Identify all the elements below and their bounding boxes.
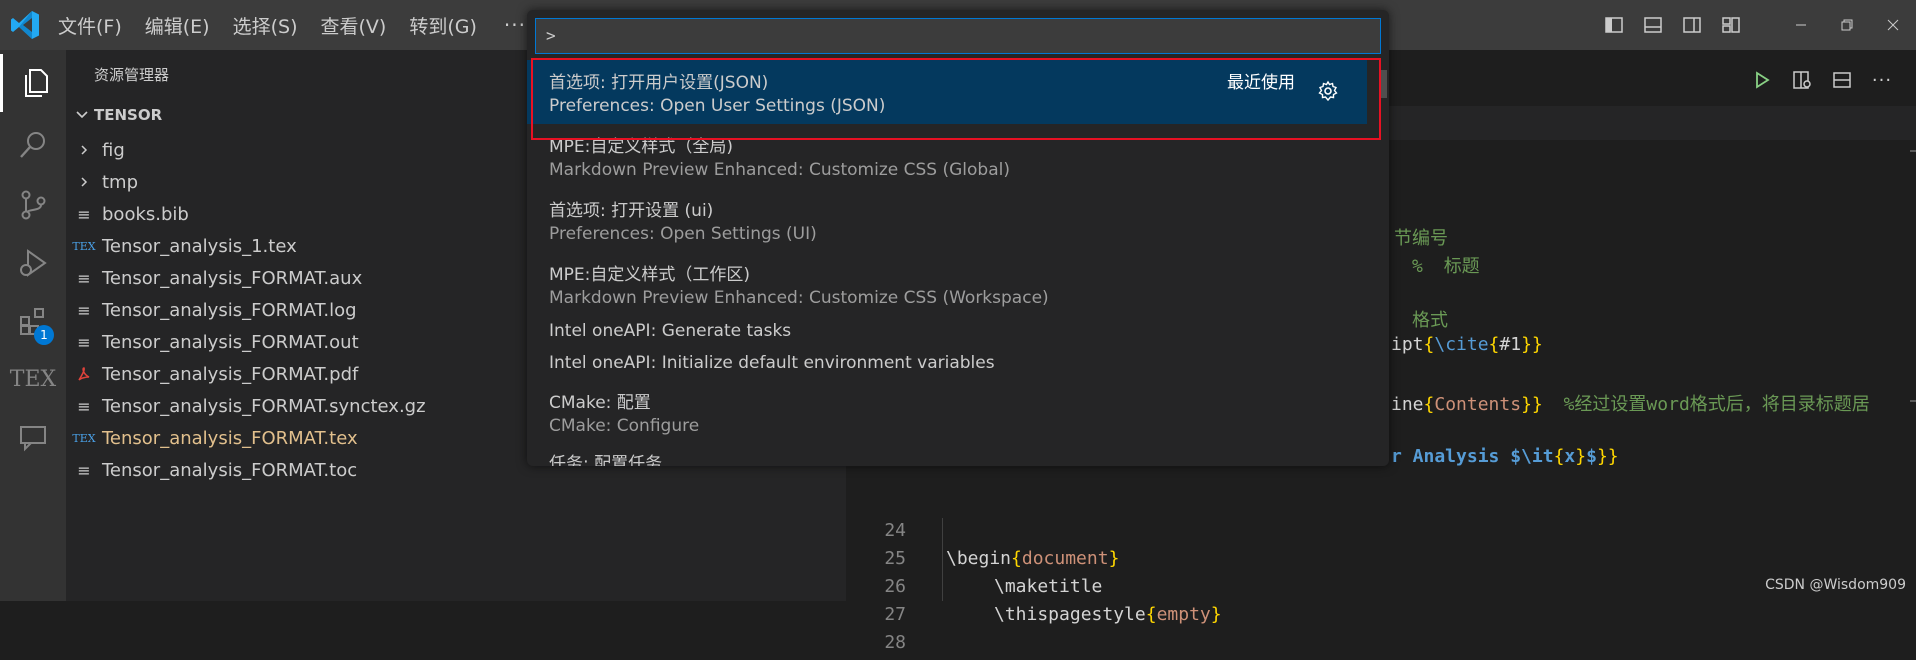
search-icon[interactable] [0, 116, 66, 174]
editor-actions: ··· [1742, 64, 1902, 96]
minimap-marker [1910, 400, 1916, 402]
menu-view[interactable]: 查看(V) [321, 12, 387, 39]
tex-file-icon: TEX [72, 239, 96, 253]
chevron-right-icon [74, 144, 94, 156]
toggle-primary-sidebar-icon[interactable] [1597, 8, 1631, 42]
command-item-mpe-css-workspace[interactable]: MPE:自定义样式（工作区) Markdown Preview Enhanced… [527, 252, 1367, 316]
tex-file-icon: TEX [72, 431, 96, 445]
toggle-panel-icon[interactable] [1636, 8, 1670, 42]
command-item-oneapi-generate-tasks[interactable]: Intel oneAPI: Generate tasks [527, 316, 1367, 348]
indent-guide [942, 518, 943, 601]
minimize-icon[interactable] [1778, 0, 1824, 50]
preview-icon[interactable] [1782, 64, 1822, 96]
command-item-oneapi-init-env[interactable]: Intel oneAPI: Initialize default environ… [527, 348, 1367, 380]
chevron-down-icon [76, 111, 88, 119]
tree-item-fig[interactable]: fig [66, 134, 426, 166]
extensions-icon[interactable]: 1 [0, 292, 66, 350]
text-file-icon: ≡ [77, 268, 91, 288]
code-fragment: r Analysis $\it{x}$}} [1391, 446, 1619, 467]
title-bar-actions [1597, 0, 1916, 50]
text-file-icon: ≡ [77, 396, 91, 416]
tree-item-format-pdf[interactable]: Tensor_analysis_FORMAT.pdf [66, 358, 426, 390]
more-menu-button[interactable]: ··· [504, 13, 526, 37]
chevron-right-icon [74, 176, 94, 188]
tex-icon[interactable]: TEX [0, 350, 66, 408]
split-editor-icon[interactable] [1822, 64, 1862, 96]
menu-selection[interactable]: 选择(S) [233, 12, 298, 39]
watermark: CSDN @Wisdom909 [1765, 577, 1906, 593]
tree-item-format-synctex[interactable]: ≡ Tensor_analysis_FORMAT.synctex.gz [66, 390, 425, 422]
workspace-section-header[interactable]: TENSOR [74, 106, 162, 124]
menu-bar: 文件(F) 编辑(E) 选择(S) 查看(V) 转到(G) ··· [58, 0, 526, 50]
command-palette-input[interactable]: > [535, 18, 1381, 54]
tree-item-books-bib[interactable]: ≡ books.bib [66, 198, 426, 230]
code-fragment: 格式 [1412, 310, 1448, 331]
code-fragment: % 标题 [1412, 256, 1480, 277]
highlight-box [531, 58, 1381, 140]
tree-item-format-log[interactable]: ≡ Tensor_analysis_FORMAT.log [66, 294, 426, 326]
tree-item-format-toc[interactable]: ≡ Tensor_analysis_FORMAT.toc [66, 454, 426, 486]
code-fragment: ine{Contents}} %经过设置word格式后，将目录标题居 [1391, 394, 1870, 415]
command-item-cmake-configure[interactable]: CMake: 配置 CMake: Configure [527, 380, 1367, 444]
menu-edit[interactable]: 编辑(E) [145, 12, 210, 39]
tree-item-format-aux[interactable]: ≡ Tensor_analysis_FORMAT.aux [66, 262, 426, 294]
explorer-icon[interactable] [0, 54, 66, 112]
activity-bar: 1 TEX [0, 50, 66, 601]
file-tree: fig tmp ≡ books.bib TEX Tensor_analysis_… [66, 134, 426, 486]
code-fragment: ipt{\cite{#1}} [1391, 334, 1543, 355]
pdf-file-icon [74, 366, 94, 382]
menu-file[interactable]: 文件(F) [58, 12, 122, 39]
command-item-configure-task[interactable]: 任务: 配置任务 [527, 444, 1367, 466]
text-file-icon: ≡ [77, 332, 91, 352]
remote-explorer-icon[interactable] [0, 408, 66, 466]
sidebar-title: 资源管理器 [94, 66, 170, 84]
tree-item-format-out[interactable]: ≡ Tensor_analysis_FORMAT.out [66, 326, 426, 358]
customize-layout-icon[interactable] [1714, 8, 1748, 42]
run-debug-icon[interactable] [0, 234, 66, 292]
toggle-secondary-sidebar-icon[interactable] [1675, 8, 1709, 42]
minimap-marker [1910, 150, 1916, 152]
source-control-icon[interactable] [0, 176, 66, 234]
extensions-badge: 1 [34, 325, 54, 345]
close-window-icon[interactable] [1870, 0, 1916, 50]
code-fragment: 节编号 [1394, 228, 1448, 249]
tree-item-tmp[interactable]: tmp [66, 166, 426, 198]
vscode-logo-icon [11, 11, 39, 39]
run-icon[interactable] [1742, 64, 1782, 96]
text-file-icon: ≡ [77, 300, 91, 320]
more-actions-icon[interactable]: ··· [1862, 64, 1902, 96]
tree-item-tensor-analysis-1-tex[interactable]: TEX Tensor_analysis_1.tex [66, 230, 426, 262]
text-file-icon: ≡ [77, 204, 91, 224]
tree-item-format-tex[interactable]: TEX Tensor_analysis_FORMAT.tex [66, 422, 426, 454]
restore-icon[interactable] [1824, 0, 1870, 50]
menu-go[interactable]: 转到(G) [409, 12, 477, 39]
command-item-open-settings-ui[interactable]: 首选项: 打开设置 (ui) Preferences: Open Setting… [527, 188, 1367, 252]
text-file-icon: ≡ [77, 460, 91, 480]
